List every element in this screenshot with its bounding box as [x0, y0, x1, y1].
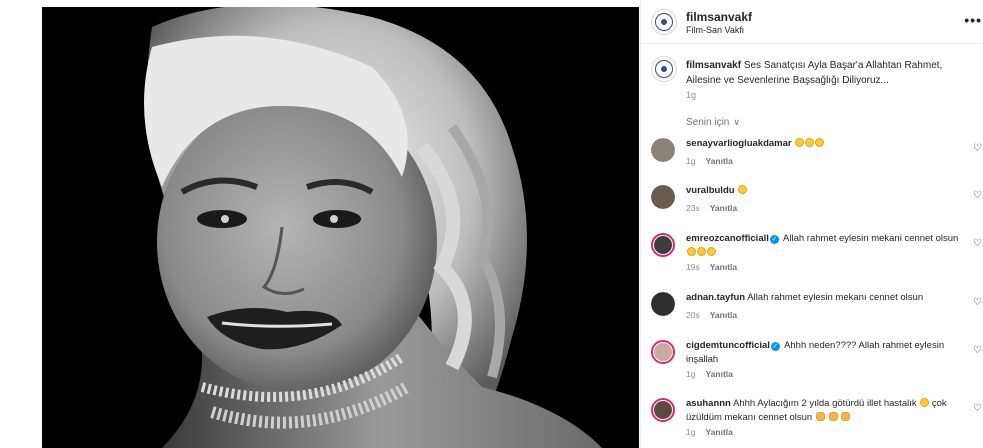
emoji-icon [815, 138, 825, 147]
account-avatar[interactable] [651, 9, 677, 35]
reply-button[interactable]: Yanıtla [705, 427, 732, 437]
commenter-avatar[interactable] [651, 233, 675, 257]
post-caption: filmsanvakf Ses Sanatçısı Ayla Başar'a A… [686, 58, 976, 88]
comment-body: Ahhh Aylacığım 2 yılda götürdü illet has… [733, 398, 920, 409]
praying-hands-icon [841, 412, 851, 421]
verified-badge-icon: ✓ [769, 235, 779, 244]
comment-text: vuralbuldu [686, 184, 966, 198]
comment-text: asuhannn Ahhh Aylacığım 2 yılda götürdü … [686, 397, 966, 425]
emoji-icon [920, 398, 930, 407]
comment-timestamp: 19s [686, 262, 700, 272]
comment-body: Allah rahmet eylesin mekanı cennet olsun [747, 292, 924, 303]
comment-meta: 1g Yanıtla [686, 156, 733, 166]
comment-filter[interactable]: Senin için ∨ [686, 117, 740, 128]
like-heart-icon[interactable]: ♡ [973, 238, 982, 249]
reply-button[interactable]: Yanıtla [705, 156, 732, 166]
account-subtitle: Film-San Vakfi [686, 25, 744, 35]
like-heart-icon[interactable]: ♡ [973, 143, 982, 154]
commenter-avatar[interactable] [651, 340, 675, 364]
reply-button[interactable]: Yanıtla [710, 203, 737, 213]
comment-meta: 20s Yanıtla [686, 310, 737, 320]
like-heart-icon[interactable]: ♡ [973, 403, 982, 414]
post-header: filmsanvakf Film-San Vakfi ••• [641, 0, 983, 44]
post-side-panel: filmsanvakf Film-San Vakfi ••• filmsanva… [640, 0, 983, 448]
commenter-avatar[interactable] [651, 292, 675, 316]
avatar-image [651, 185, 675, 209]
emoji-icon [795, 138, 805, 147]
comment-timestamp: 1g [686, 369, 696, 379]
emoji-icon [707, 247, 716, 256]
comment-username[interactable]: vuralbuldu [686, 185, 735, 196]
comment-timestamp: 1g [686, 156, 696, 166]
comment-meta: 23s Yanıtla [686, 203, 737, 213]
comment-timestamp: 20s [686, 310, 700, 320]
verified-badge-icon: ✓ [770, 342, 780, 351]
like-heart-icon[interactable]: ♡ [973, 345, 982, 356]
praying-hands-icon [815, 412, 825, 421]
caption-avatar[interactable] [651, 56, 677, 82]
caption-timestamp: 1g [686, 90, 697, 100]
avatar-image [654, 236, 672, 254]
comment-timestamp: 23s [686, 203, 700, 213]
portrait-image [42, 7, 639, 448]
comment-text: senayvarliogluakdamar [686, 137, 966, 151]
like-heart-icon[interactable]: ♡ [973, 190, 982, 201]
comment-text: emreozcanofficiall ✓ Allah rahmet eylesin… [686, 232, 966, 260]
comment-username[interactable]: asuhannn [686, 398, 731, 409]
like-heart-icon[interactable]: ♡ [973, 297, 982, 308]
reply-button[interactable]: Yanıtla [710, 310, 737, 320]
page-margin [0, 0, 42, 448]
avatar-image [651, 292, 675, 316]
comment-meta: 1g Yanıtla [686, 427, 733, 437]
post-photo[interactable] [42, 7, 639, 448]
comment-timestamp: 1g [686, 427, 696, 437]
logo-icon [655, 13, 673, 31]
avatar-image [651, 138, 675, 162]
more-options-icon[interactable]: ••• [964, 12, 982, 28]
reply-button[interactable]: Yanıtla [710, 262, 737, 272]
emoji-icon [805, 138, 815, 147]
reply-button[interactable]: Yanıtla [705, 369, 732, 379]
avatar-image [654, 343, 672, 361]
comment-username[interactable]: senayvarliogluakdamar [686, 138, 792, 149]
chevron-down-icon: ∨ [733, 117, 740, 127]
emoji-icon [697, 247, 706, 256]
emoji-icon [687, 247, 696, 256]
comment-filter-label: Senin için [686, 117, 730, 128]
account-username[interactable]: filmsanvakf [686, 10, 752, 24]
caption-username[interactable]: filmsanvakf [686, 60, 741, 71]
emoji-icon [738, 185, 748, 194]
logo-icon [655, 60, 673, 78]
comment-text: cigdemtuncofficial ✓ Ahhh neden???? Allah… [686, 339, 966, 367]
commenter-avatar[interactable] [651, 398, 675, 422]
avatar-image [654, 401, 672, 419]
comment-username[interactable]: emreozcanofficiall [686, 233, 769, 244]
comment-meta: 1g Yanıtla [686, 369, 733, 379]
comment-meta: 19s Yanıtla [686, 262, 737, 272]
comment-username[interactable]: cigdemtuncofficial [686, 340, 770, 351]
comment-username[interactable]: adnan.tayfun [686, 292, 745, 303]
praying-hands-icon [828, 412, 838, 421]
comment-body: Allah rahmet eylesin mekani cennet olsun [783, 233, 959, 244]
comment-text: adnan.tayfun Allah rahmet eylesin mekanı… [686, 291, 966, 305]
commenter-avatar[interactable] [651, 138, 675, 162]
commenter-avatar[interactable] [651, 185, 675, 209]
